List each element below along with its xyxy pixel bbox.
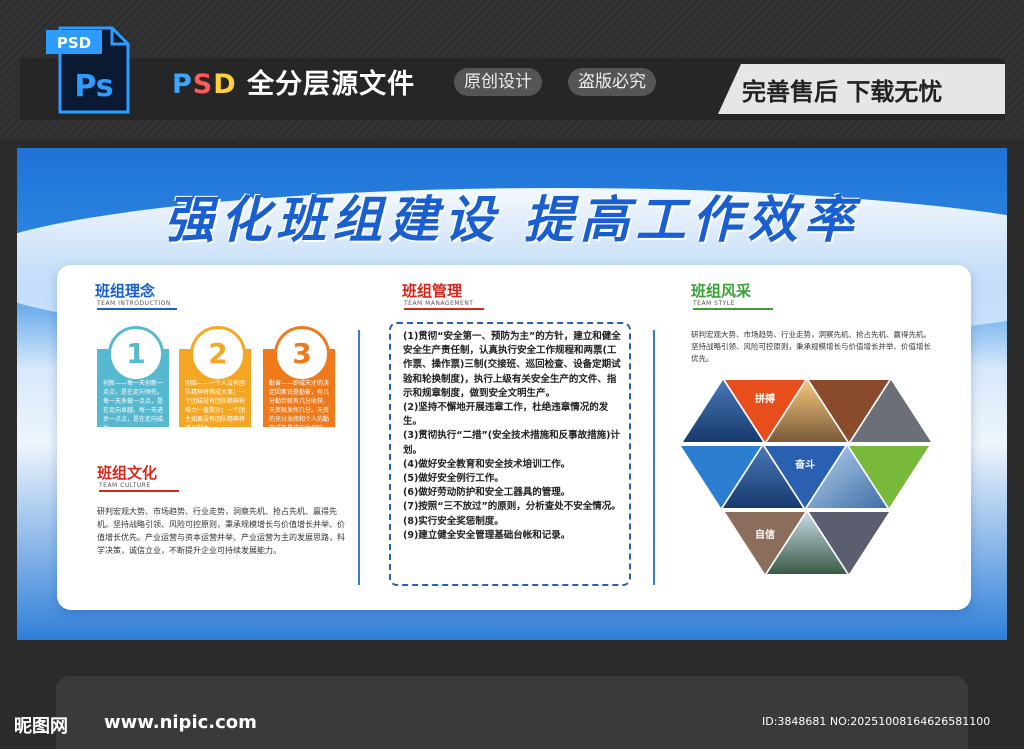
mgmt-title: 班组管理	[402, 282, 463, 300]
mgmt-item: (9)建立健全安全管理基础台帐和记录。	[403, 529, 571, 541]
concept-card-3: 3 勤奋——即成天才的决定因素说是勤奋，有几分勤劳就有几分收获，天资就发挥几分。…	[263, 329, 335, 432]
psd-file-icon: PSD Ps	[46, 26, 130, 114]
style-subtitle: TEAM STYLE	[693, 300, 735, 307]
file-badge: PSD	[57, 34, 91, 52]
culture-subtitle: TEAM CULTURE	[99, 482, 151, 489]
concept-subtitle: TEAM INTRODUCTION	[97, 300, 171, 307]
style-text: 研判宏观大势、市场趋势、行业走势，洞察先机、抢占先机、赢得先机。坚持战略引领、风…	[691, 330, 931, 363]
tag-original: 原创设计	[454, 68, 542, 96]
style-label-1: 拼搏	[755, 392, 775, 405]
mgmt-item: (7)按照“三不放过”的原则，分析查处不安全情况。	[403, 501, 621, 513]
mgmt-subtitle: TEAM MANAGEMENT	[404, 300, 474, 307]
culture-title: 班组文化	[97, 464, 158, 482]
style-underline	[693, 308, 773, 310]
mgmt-item: (2)坚持不懈地开展违章工作，杜绝违章情况的发生。	[403, 402, 609, 428]
mgmt-list: (1)贯彻“安全第一、预防为主”的方针，建立和健全安全生产责任制，认真执行安全工…	[403, 330, 621, 543]
mgmt-item: (1)贯彻“安全第一、预防为主”的方针，建立和健全安全生产责任制，认真执行安全工…	[403, 331, 621, 399]
style-triangle-collage: 拼搏 奋斗 自信	[681, 380, 931, 574]
concept-underline	[97, 308, 177, 310]
divider-right	[653, 330, 655, 585]
promo-title-p: P	[172, 69, 193, 100]
culture-text: 研判宏观大势、市场趋势、行业走势，洞察先机、抢占先机、赢得先机。坚持战略引领、风…	[97, 507, 345, 555]
ps-label: Ps	[74, 69, 113, 104]
style-label-3: 自信	[755, 528, 775, 541]
card-text: 勤奋——即成天才的决定因素说是勤奋，有几分勤劳就有几分收获，天资就发挥几分。天资…	[269, 380, 330, 432]
card-text: 创新——每一天创新一点点，是在走向领先。每一天多做一点点，是在走向卓越。每一天进…	[103, 380, 164, 432]
card-number: 2	[193, 329, 243, 379]
mgmt-item: (3)贯彻执行“二措”(安全技术措施和反事故措施)计划。	[403, 430, 620, 456]
promo-title: PSD 全分层源文件	[172, 62, 415, 101]
promo-title-rest: 全分层源文件	[247, 69, 416, 100]
style-label-2: 奋斗	[794, 458, 815, 471]
mgmt-item: (6)做好劳动防护和安全工器具的管理。	[403, 487, 571, 499]
promo-title-s: S	[192, 69, 214, 100]
watermark-url: www.nipic.com	[104, 712, 257, 733]
watermark-id: ID:3848681 NO:20251008164626581100	[762, 715, 991, 728]
culture-underline	[99, 490, 179, 492]
card-text: 团结——一个人没有团队精神将难成大事；一个团结没有团队精神将难力一盘散沙；一个团…	[185, 380, 246, 432]
promo-title-d: D	[213, 69, 237, 100]
concept-card-2: 2 团结——一个人没有团队精神将难成大事；一个团结没有团队精神将难力一盘散沙；一…	[179, 329, 251, 432]
promo-slogan: 完善售后 下载无忧	[742, 78, 943, 106]
concept-card-1: 1 创新——每一天创新一点点，是在走向领先。每一天多做一点点，是在走向卓越。每一…	[97, 329, 169, 432]
concept-title: 班组理念	[95, 282, 156, 300]
card-number: 3	[277, 329, 327, 379]
divider-left	[358, 330, 360, 585]
card-number: 1	[111, 329, 161, 379]
style-title: 班组风采	[691, 282, 752, 300]
mgmt-item: (5)做好安全例行工作。	[403, 473, 504, 485]
board-headline: 强化班组建设 提高工作效率	[164, 191, 860, 249]
mgmt-item: (4)做好安全教育和安全技术培训工作。	[403, 458, 571, 470]
mgmt-item: (8)实行安全奖惩制度。	[403, 515, 504, 527]
tag-piracy: 盗版必究	[568, 68, 656, 96]
display-board: 强化班组建设 提高工作效率 班组理念 TEAM INTRODUCTION 1 创…	[17, 148, 1007, 640]
watermark-logo: 昵图网	[14, 716, 68, 737]
mgmt-underline	[404, 308, 484, 310]
